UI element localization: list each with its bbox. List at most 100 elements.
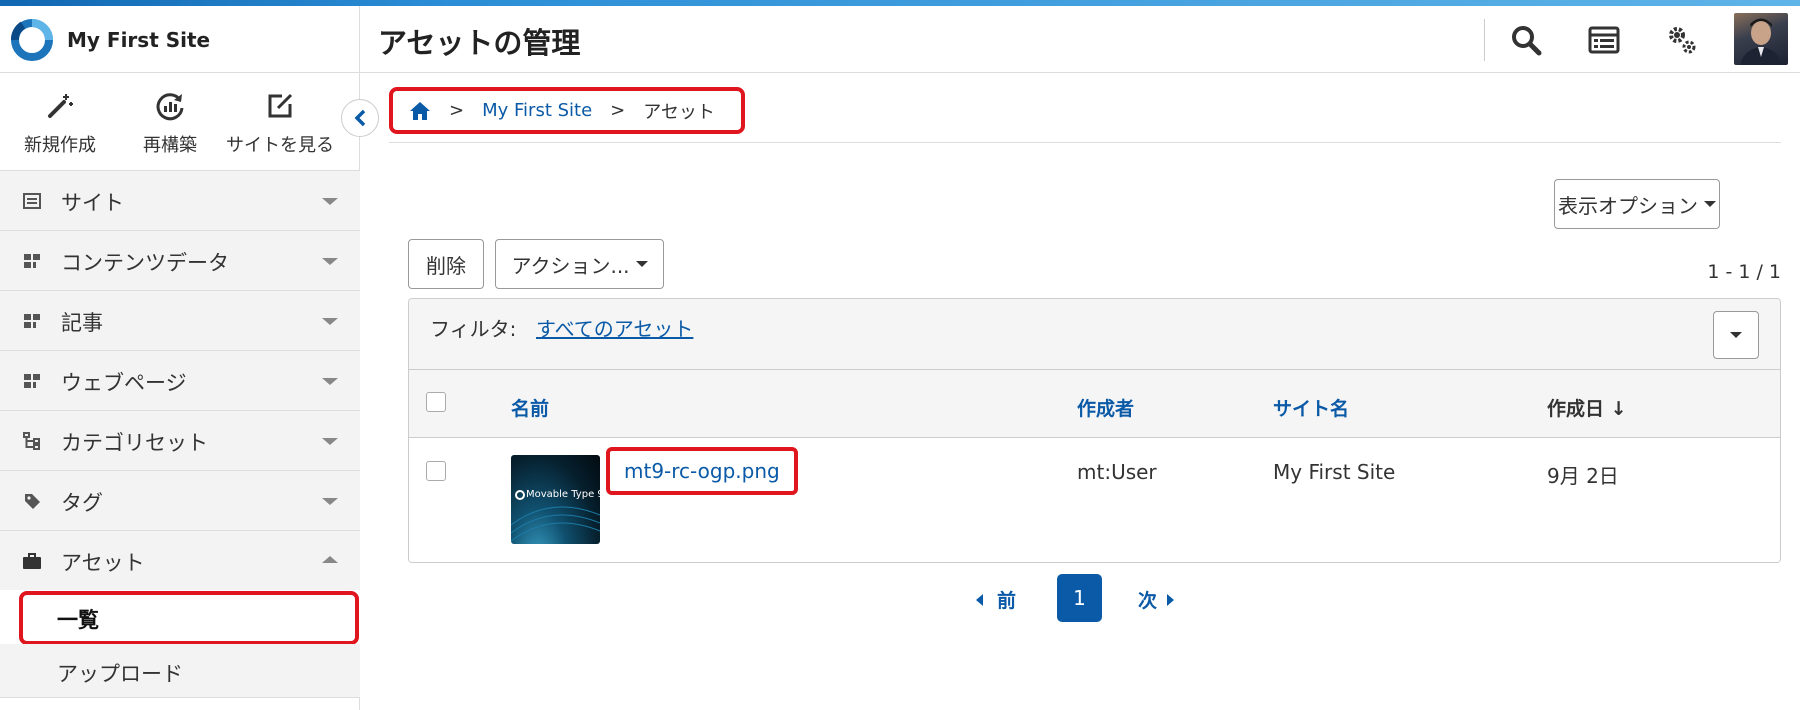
quick-actions: 新規作成 再構築 サイトを見る: [0, 73, 360, 170]
header: My First Site アセットの管理: [0, 6, 1800, 73]
page-title: アセットの管理: [378, 26, 581, 60]
asset-name-link[interactable]: mt9-rc-ogp.png: [606, 447, 798, 495]
actions-label: アクション...: [511, 253, 630, 278]
chevron-down-icon: [322, 438, 338, 445]
sidebar-item-label: ウェブページ: [61, 371, 187, 395]
sidebar-item-entries[interactable]: 記事: [0, 290, 360, 350]
settings-icon[interactable]: [1664, 22, 1700, 58]
pagination-next-button[interactable]: 次: [1138, 586, 1175, 613]
magic-wand-icon: [48, 94, 73, 118]
sidebar-item-label: サイト: [61, 191, 124, 215]
pagination-prev-label: 前: [997, 590, 1017, 612]
sidebar-subitem-asset-list[interactable]: 一覧: [0, 590, 360, 645]
sidebar-item-category-sets[interactable]: カテゴリセット: [0, 410, 360, 470]
header-divider: [1484, 19, 1485, 61]
user-avatar[interactable]: [1734, 13, 1788, 65]
display-options-button[interactable]: 表示オプション: [1554, 179, 1720, 229]
column-header-name[interactable]: 名前: [511, 394, 549, 421]
breadcrumb-separator: >: [449, 100, 465, 121]
pagination: 前 1 次: [361, 574, 1800, 622]
table-row: Movable Type 9 mt9-rc-ogp.png mt:User My…: [409, 438, 1780, 562]
main-content: > My First Site > アセット 表示オプション 削除 アクション.…: [361, 73, 1800, 710]
rebuild-label: 再構築: [143, 135, 197, 156]
pagination-prev-button[interactable]: 前: [976, 586, 1016, 613]
chevron-down-icon: [322, 378, 338, 385]
breadcrumb: > My First Site > アセット: [389, 87, 745, 134]
rebuild-button[interactable]: 再構築: [115, 87, 225, 157]
home-icon[interactable]: [409, 101, 431, 121]
asset-icon: [23, 553, 41, 569]
filter-toggle-button[interactable]: [1713, 311, 1759, 359]
chevron-down-icon: [322, 258, 338, 265]
collapse-sidebar-button[interactable]: [341, 99, 379, 137]
webpage-icon: [24, 374, 40, 388]
caret-down-icon: [1704, 201, 1716, 207]
table-header: 名前 作成者 サイト名 作成日 ↓: [409, 370, 1780, 438]
site-name: My First Site: [67, 28, 211, 52]
filter-value-link[interactable]: すべてのアセット: [536, 313, 693, 342]
new-create-label: 新規作成: [24, 135, 96, 156]
sidebar-item-label: 記事: [61, 311, 103, 335]
row-checkbox[interactable]: [426, 461, 446, 481]
sidebar-item-label: タグ: [61, 491, 103, 515]
pagination-current-page[interactable]: 1: [1057, 574, 1102, 622]
asset-thumbnail[interactable]: Movable Type 9: [511, 455, 600, 544]
site-icon: [23, 193, 41, 209]
caret-down-icon: [1730, 332, 1742, 338]
divider: [389, 142, 1781, 143]
display-options-label: 表示オプション: [1558, 193, 1698, 218]
rebuild-icon: [156, 93, 184, 121]
chevron-left-icon: [354, 109, 366, 127]
pagination-next-label: 次: [1138, 590, 1158, 612]
delete-label: 削除: [426, 253, 466, 278]
chevron-down-icon: [322, 498, 338, 505]
sidebar-item-label: コンテンツデータ: [61, 251, 229, 275]
thumbnail-caption: Movable Type 9: [526, 489, 600, 500]
dashboard-icon[interactable]: [1586, 22, 1622, 58]
caret-right-icon: [1167, 593, 1175, 606]
site-brand[interactable]: My First Site: [0, 6, 360, 73]
sidebar-item-tags[interactable]: タグ: [0, 470, 360, 530]
tag-icon: [25, 494, 40, 509]
chevron-down-icon: [322, 198, 338, 205]
asset-author: mt:User: [1077, 460, 1157, 484]
mt-logo-icon: [11, 19, 53, 61]
chevron-down-icon: [322, 318, 338, 325]
result-count: 1 - 1 / 1: [1707, 261, 1781, 283]
asset-created: 9月 2日: [1547, 464, 1619, 488]
view-site-label: サイトを見る: [226, 135, 334, 156]
chevron-up-icon: [322, 556, 338, 563]
asset-list-panel: フィルタ: すべてのアセット 名前 作成者 サイト名 作成日 ↓ Movable…: [408, 298, 1781, 563]
sidebar-item-label: カテゴリセット: [61, 431, 208, 455]
column-header-created[interactable]: 作成日 ↓: [1547, 394, 1627, 421]
caret-left-icon: [976, 593, 983, 606]
column-header-site[interactable]: サイト名: [1273, 394, 1349, 421]
filter-bar: フィルタ: すべてのアセット: [409, 299, 1780, 370]
actions-dropdown[interactable]: アクション...: [495, 239, 664, 289]
content-data-icon: [24, 254, 40, 268]
asset-name: mt9-rc-ogp.png: [624, 459, 780, 483]
view-site-button[interactable]: サイトを見る: [225, 87, 335, 157]
highlight-annotation: [19, 591, 359, 645]
asset-site: My First Site: [1273, 460, 1396, 484]
breadcrumb-site-link[interactable]: My First Site: [482, 100, 592, 121]
category-set-icon: [23, 432, 40, 450]
sidebar-item-assets[interactable]: アセット: [0, 530, 360, 590]
search-icon[interactable]: [1508, 22, 1544, 58]
column-header-author[interactable]: 作成者: [1077, 394, 1134, 421]
select-all-checkbox[interactable]: [426, 392, 446, 412]
caret-down-icon: [635, 261, 648, 267]
sidebar-subitem-upload[interactable]: アップロード: [0, 644, 360, 698]
filter-label: フィルタ:: [430, 317, 517, 341]
delete-button[interactable]: 削除: [408, 239, 484, 289]
breadcrumb-separator: >: [610, 100, 626, 121]
sidebar-item-webpages[interactable]: ウェブページ: [0, 350, 360, 410]
sidebar-item-site[interactable]: サイト: [0, 170, 360, 230]
new-create-button[interactable]: 新規作成: [5, 87, 115, 157]
sidebar-item-label: アセット: [61, 551, 145, 575]
sidebar-subitem-label: アップロード: [57, 662, 183, 686]
sidebar-item-content-data[interactable]: コンテンツデータ: [0, 230, 360, 290]
sidebar-menu: サイト コンテンツデータ 記事 ウェブページ カテゴリセット タグ アセット 一…: [0, 170, 360, 698]
breadcrumb-current: アセット: [643, 101, 715, 123]
external-edit-icon: [268, 93, 293, 118]
